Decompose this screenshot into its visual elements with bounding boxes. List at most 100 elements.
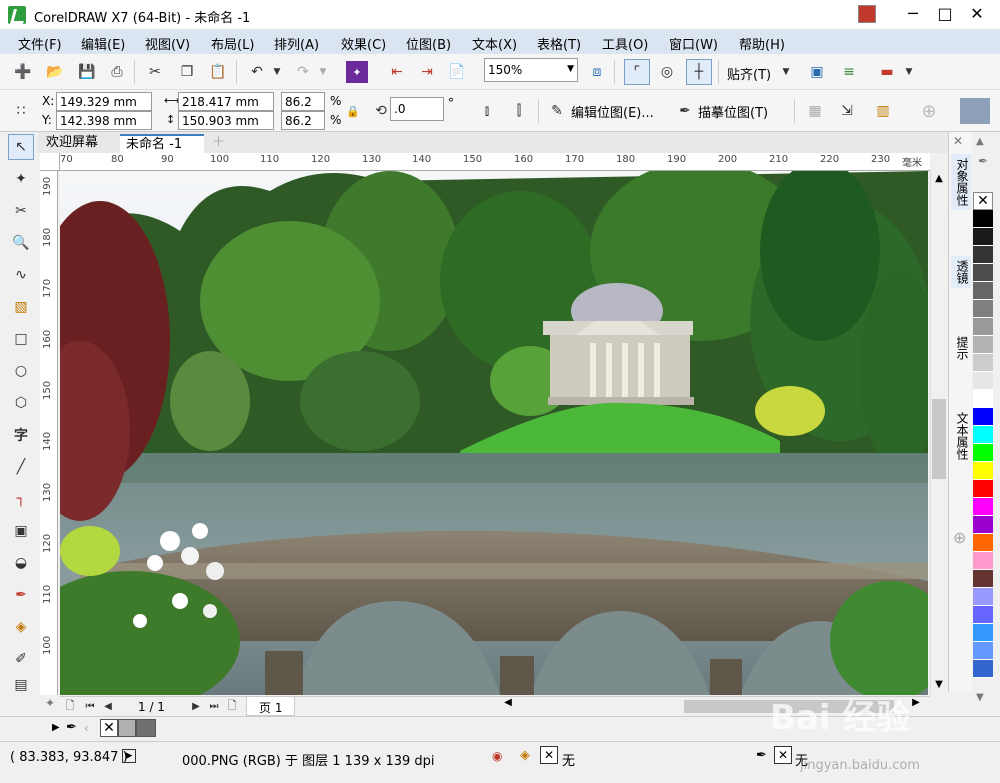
palette-swatch[interactable] [973, 336, 993, 354]
add-icon[interactable]: ⊕ [918, 100, 940, 122]
show-rulers-icon[interactable]: ⌜ [624, 59, 650, 85]
color-eyedropper-icon[interactable]: ✒ [8, 582, 34, 608]
add-docker-icon[interactable]: ⊕ [953, 528, 966, 547]
scroll-left-icon[interactable]: ◀ [500, 697, 516, 715]
tab-welcome-screen[interactable]: 欢迎屏幕 [40, 134, 104, 153]
docker-tab-object-properties[interactable]: 对象属性 [951, 154, 971, 210]
lock-ratio-icon[interactable]: 🔒 [342, 100, 364, 122]
zoom-tool-icon[interactable]: 🔍 [8, 230, 34, 256]
landscape-bitmap[interactable] [60, 171, 928, 695]
menu-layout[interactable]: 布局(L) [211, 34, 254, 53]
palette-swatch[interactable] [973, 318, 993, 336]
ellipse-tool-icon[interactable]: ○ [8, 358, 34, 384]
transparency-icon[interactable]: ◒ [8, 550, 34, 576]
palette-swatch[interactable] [973, 228, 993, 246]
first-page-icon[interactable]: ⏮ [82, 697, 98, 715]
y-position-field[interactable]: 142.398 mm [56, 111, 152, 130]
connector-tool-icon[interactable]: ┐ [8, 486, 34, 512]
vertical-ruler[interactable]: 190 180 170 160 150 140 130 120 110 100 [40, 171, 58, 695]
menu-bitmap[interactable]: 位图(B) [406, 34, 451, 53]
close-button[interactable]: ✕ [962, 2, 992, 26]
add-tab-icon[interactable]: ＋ [206, 134, 231, 153]
menu-text[interactable]: 文本(X) [472, 34, 517, 53]
tab-untitled-1[interactable]: 未命名 -1 [120, 134, 204, 153]
zoom-level-select[interactable]: 150% ▼ [484, 58, 578, 82]
undo-icon[interactable]: ↶ [246, 61, 268, 83]
fill-none-swatch[interactable]: ✕ [540, 746, 558, 764]
palette-swatch[interactable] [973, 282, 993, 300]
snap-dropdown-icon[interactable]: ▼ [775, 61, 797, 83]
menu-file[interactable]: 文件(F) [18, 34, 62, 53]
palette-swatch[interactable] [973, 642, 993, 660]
palette-swatch[interactable] [973, 354, 993, 372]
height-field[interactable]: 150.903 mm [178, 111, 274, 130]
palette-swatch[interactable] [973, 462, 993, 480]
menu-tools[interactable]: 工具(O) [602, 34, 648, 53]
mirror-horizontal-icon[interactable]: ⫾ [476, 100, 498, 122]
print-icon[interactable]: ⎙ [106, 61, 128, 83]
redo-icon[interactable]: ↷ [292, 61, 314, 83]
maximize-button[interactable]: □ [930, 2, 960, 26]
cut-icon[interactable]: ✂ [144, 61, 166, 83]
palette-swatch[interactable] [973, 480, 993, 498]
scale-width-field[interactable]: 86.2 [281, 92, 325, 111]
palette-swatch[interactable] [973, 444, 993, 462]
resample-icon[interactable]: ▦ [804, 100, 826, 122]
undo-dropdown-icon[interactable]: ▼ [266, 61, 288, 83]
ruler-origin[interactable] [40, 153, 60, 171]
minimize-button[interactable]: ─ [898, 2, 928, 26]
user-avatar-icon[interactable] [858, 5, 876, 23]
application-launcher-icon[interactable]: ≡ [838, 61, 860, 83]
menu-window[interactable]: 窗口(W) [669, 34, 718, 53]
edit-bitmap-icon[interactable]: ✎ [546, 100, 568, 122]
palette-swatch[interactable] [973, 570, 993, 588]
gray-swatch[interactable] [118, 719, 136, 737]
vertical-scrollbar[interactable]: ▲ ▼ [930, 171, 946, 695]
status-flyout-icon[interactable]: ▶ [122, 749, 136, 763]
options-icon[interactable]: ▣ [806, 61, 828, 83]
launch-icon[interactable]: ▬ [876, 61, 898, 83]
menu-edit[interactable]: 编辑(E) [81, 34, 125, 53]
x-position-field[interactable]: 149.329 mm [56, 92, 152, 111]
navigator-icon[interactable]: ✦ [40, 696, 60, 716]
copy-icon[interactable]: ❐ [176, 61, 198, 83]
close-docker-icon[interactable]: ✕ [953, 134, 963, 148]
palette-swatch[interactable] [973, 426, 993, 444]
palette-menu-icon[interactable]: ▲ [976, 136, 984, 147]
redo-dropdown-icon[interactable]: ▼ [312, 61, 334, 83]
palette-swatch[interactable] [973, 516, 993, 534]
docker-tab-text-properties[interactable]: 文本属性 [951, 408, 971, 464]
import-icon[interactable]: ⇤ [386, 61, 408, 83]
no-color-swatch[interactable]: ✕ [973, 192, 993, 210]
document-eyedropper-icon[interactable]: ✒ [66, 720, 77, 735]
palette-swatch[interactable] [973, 408, 993, 426]
polygon-tool-icon[interactable]: ⬡ [8, 390, 34, 416]
menu-view[interactable]: 视图(V) [145, 34, 190, 53]
docker-tab-lens[interactable]: 透镜 [951, 256, 971, 288]
rotate-icon[interactable]: ⟲ [370, 100, 392, 122]
page-tab-1[interactable]: 页 1 [246, 697, 296, 716]
crop-bitmap-icon[interactable]: ⇲ [836, 100, 858, 122]
search-content-icon[interactable]: ✦ [346, 61, 368, 83]
menu-help[interactable]: 帮助(H) [739, 34, 785, 53]
paste-icon[interactable]: 📋 [207, 61, 229, 83]
outline-none-swatch[interactable]: ✕ [774, 746, 792, 764]
outline-pen-icon[interactable]: ✒ [756, 748, 767, 763]
no-fill-swatch[interactable]: ✕ [100, 719, 118, 737]
rotation-angle-field[interactable]: .0 [390, 97, 444, 121]
bitmap-color-mask-icon[interactable]: ▥ [872, 100, 894, 122]
text-tool-icon[interactable]: 字 [8, 422, 34, 448]
show-grid-icon[interactable]: ◎ [656, 61, 678, 83]
drop-shadow-icon[interactable]: ▣ [8, 518, 34, 544]
interactive-fill-icon[interactable]: ◈ [8, 614, 34, 640]
fill-icon[interactable]: ◈ [520, 748, 530, 763]
palette-swatch[interactable] [973, 372, 993, 390]
palette-swatch[interactable] [973, 390, 993, 408]
palette-swatch[interactable] [973, 624, 993, 642]
palette-swatch[interactable] [973, 552, 993, 570]
edit-bitmap-button[interactable]: 编辑位图(E)... [571, 102, 654, 121]
full-screen-preview-icon[interactable]: ⧈ [586, 61, 608, 83]
mesh-fill-icon[interactable]: ▤ [8, 672, 34, 698]
horizontal-ruler[interactable]: 70 80 90 100 110 120 130 140 150 160 170… [60, 153, 930, 171]
scale-height-field[interactable]: 86.2 [281, 111, 325, 130]
